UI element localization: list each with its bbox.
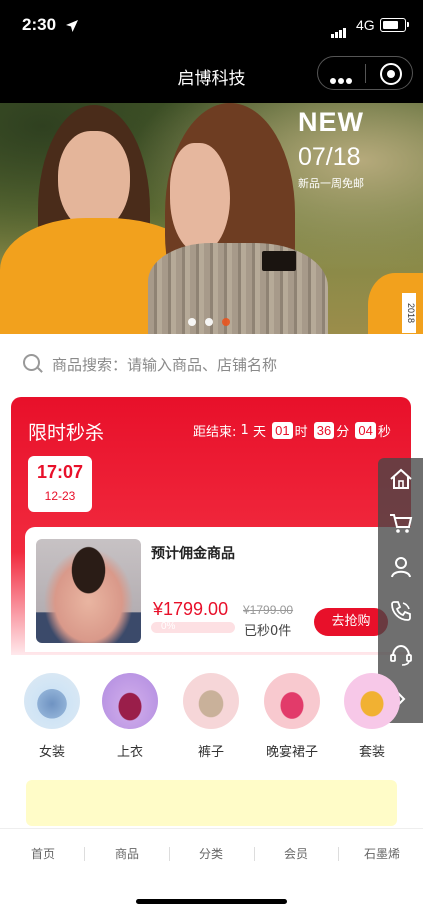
pager-dot-active[interactable] bbox=[222, 318, 230, 326]
slot-date: 12-23 bbox=[44, 489, 76, 503]
countdown-hours-unit: 时 bbox=[294, 425, 308, 440]
more-icon[interactable] bbox=[330, 69, 354, 84]
category-image bbox=[344, 673, 400, 729]
countdown-hours: 01 bbox=[272, 422, 293, 439]
search-icon bbox=[23, 354, 40, 371]
product-image[interactable] bbox=[36, 539, 141, 643]
category-item[interactable]: 晚宴裙子 bbox=[257, 673, 327, 760]
nav-item-home[interactable]: 首页 bbox=[31, 845, 55, 862]
phone-icon[interactable] bbox=[388, 598, 414, 624]
product-price: ¥1799.00 bbox=[153, 599, 229, 619]
countdown-prefix: 距结束: bbox=[193, 425, 237, 440]
product-name[interactable]: 预计佣金商品 bbox=[151, 543, 235, 563]
close-target-icon[interactable] bbox=[380, 63, 402, 85]
countdown-timer: 距结束: 1 天 01 时 36 分 04 秒 bbox=[193, 421, 391, 440]
buy-now-button[interactable]: 去抢购 bbox=[314, 608, 388, 636]
search-bar[interactable]: 商品搜索：请输入商品、店铺名称 bbox=[20, 352, 410, 378]
banner-date: 07/18 bbox=[298, 143, 361, 171]
category-item[interactable]: 上衣 bbox=[95, 673, 165, 760]
slot-time: 17:07 bbox=[36, 462, 84, 482]
nav-item-members[interactable]: 会员 bbox=[284, 845, 308, 862]
location-arrow-icon bbox=[66, 20, 78, 32]
nav-item-products[interactable]: 商品 bbox=[115, 845, 139, 862]
product-original-price: ¥1799.00 bbox=[243, 603, 294, 617]
countdown-days-unit: 天 bbox=[252, 425, 266, 440]
category-item[interactable]: 裤子 bbox=[176, 673, 246, 760]
countdown-days: 1 bbox=[240, 423, 249, 438]
sale-progress-label: 0% bbox=[161, 621, 176, 632]
notice-bar[interactable] bbox=[26, 780, 397, 826]
flash-sale-title: 限时秒杀 bbox=[28, 422, 105, 444]
status-time: 2:30 bbox=[22, 15, 57, 34]
category-item[interactable]: 女装 bbox=[17, 673, 87, 760]
countdown-minutes-unit: 分 bbox=[336, 425, 350, 440]
network-label: 4G bbox=[356, 17, 375, 33]
bottom-nav: 首页 商品 分类 会员 石墨烯 bbox=[0, 828, 423, 877]
signal-icon bbox=[331, 19, 347, 38]
category-label: 女装 bbox=[38, 745, 65, 760]
title-bar: 2:30 4G 启博科技 bbox=[0, 0, 423, 103]
banner-pager[interactable] bbox=[188, 311, 239, 330]
nav-item-categories[interactable]: 分类 bbox=[199, 845, 223, 862]
category-image bbox=[264, 673, 320, 729]
category-image bbox=[24, 673, 80, 729]
product-card[interactable]: 预计佣金商品 ¥1799.00 ¥1799.00 0% 已秒0件 去抢购 bbox=[25, 527, 411, 652]
category-label: 裤子 bbox=[197, 745, 224, 760]
banner-year-tag: 2018 bbox=[402, 293, 416, 333]
banner-subtitle: 新品一周免邮 bbox=[298, 177, 364, 190]
sold-count: 已秒0件 bbox=[244, 624, 292, 639]
category-row: 女装 上衣 裤子 晚宴裙子 套装 bbox=[17, 673, 407, 763]
category-image bbox=[183, 673, 239, 729]
time-slot-tab[interactable]: 17:07 12-23 bbox=[28, 456, 92, 512]
pager-dot[interactable] bbox=[205, 318, 213, 326]
flash-sale-section: 限时秒杀 距结束: 1 天 01 时 36 分 04 秒 17:07 12-23 预计… bbox=[11, 397, 411, 655]
banner-headline: NEW bbox=[298, 107, 364, 137]
category-image bbox=[102, 673, 158, 729]
cart-icon[interactable] bbox=[388, 510, 414, 536]
category-label: 晚宴裙子 bbox=[265, 745, 318, 760]
battery-icon bbox=[380, 18, 409, 32]
support-icon[interactable] bbox=[388, 642, 414, 668]
pager-dot[interactable] bbox=[188, 318, 196, 326]
countdown-minutes: 36 bbox=[313, 422, 335, 439]
category-label: 套装 bbox=[358, 745, 385, 760]
user-icon[interactable] bbox=[388, 554, 414, 580]
category-item[interactable]: 套装 bbox=[337, 673, 407, 760]
category-label: 上衣 bbox=[116, 745, 143, 760]
search-input[interactable]: 商品搜索：请输入商品、店铺名称 bbox=[52, 354, 277, 375]
sale-progress-bar: 0% bbox=[151, 621, 235, 633]
promo-banner[interactable]: NEW 07/18 新品一周免邮 2018 bbox=[0, 103, 423, 334]
home-indicator[interactable] bbox=[136, 899, 287, 904]
home-icon[interactable] bbox=[388, 466, 414, 492]
nav-item-graphene[interactable]: 石墨烯 bbox=[364, 845, 400, 862]
countdown-seconds-unit: 秒 bbox=[377, 425, 391, 440]
countdown-seconds: 04 bbox=[355, 422, 376, 439]
mini-program-capsule bbox=[317, 56, 413, 90]
